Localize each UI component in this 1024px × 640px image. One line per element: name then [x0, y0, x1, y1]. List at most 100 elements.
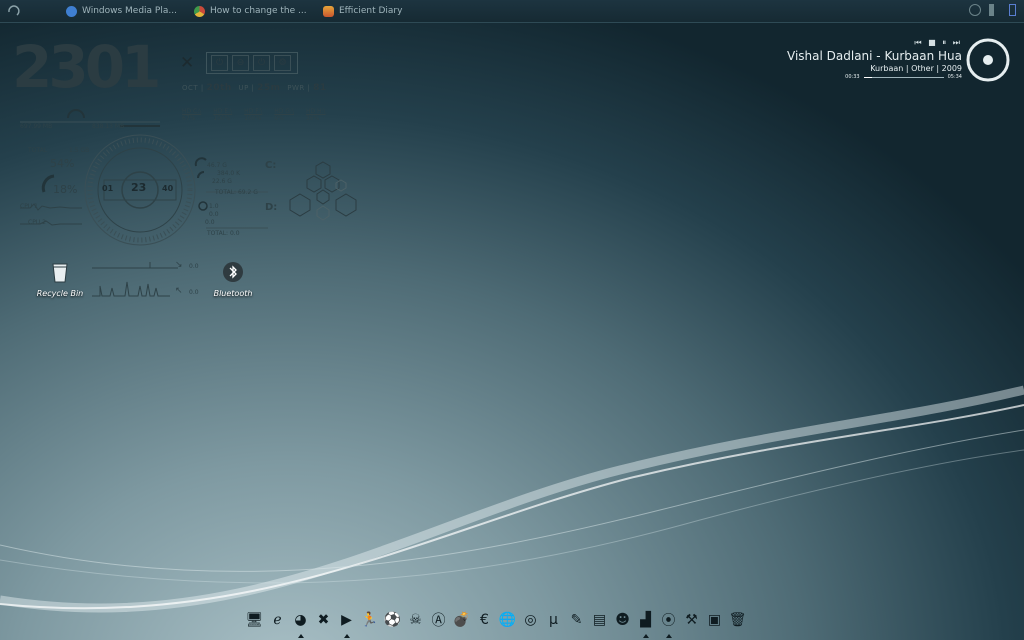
bluetooth-label: Bluetooth	[213, 289, 253, 298]
drive-letter-d: D:	[265, 202, 278, 213]
network-icon[interactable]	[969, 4, 981, 16]
volume-icon[interactable]	[989, 4, 1001, 16]
search-globe-icon-glyph: ◎	[524, 611, 537, 628]
net-total: TOTAL: 69.2 G	[215, 189, 258, 196]
total-time: 05:34	[947, 74, 962, 80]
torrent-icon[interactable]: µ	[543, 609, 564, 630]
globe-icon-glyph: 🌐	[498, 611, 517, 628]
power-controls: ⏻ ⊖ ⏻ ⨷	[206, 52, 298, 74]
system-tray	[969, 4, 1016, 16]
bomb-icon[interactable]: 💣	[451, 609, 472, 630]
gauge-center-value: 23	[131, 181, 147, 194]
chrome-icon	[194, 5, 205, 17]
disk-read: 1.0	[209, 203, 219, 210]
document-icon[interactable]: ▤	[589, 609, 610, 630]
top-taskbar: Windows Media Pla... How to change the .…	[0, 0, 1024, 23]
notepad-icon[interactable]: ✎	[566, 609, 587, 630]
disc-icon[interactable]	[966, 38, 1010, 82]
recycle-bin-desktop-icon[interactable]: Recycle Bin	[30, 260, 90, 298]
running-indicator	[666, 634, 672, 638]
running-indicator	[643, 634, 649, 638]
chrome-icon[interactable]: ◕	[290, 609, 311, 638]
euro-icon[interactable]: €	[474, 609, 495, 630]
running-indicator	[344, 634, 350, 638]
search-globe-icon[interactable]: ◎	[520, 609, 541, 630]
settings-tools-icon[interactable]: ⚒	[681, 609, 702, 630]
progress-bar[interactable]	[863, 76, 944, 78]
taskbar-task-diary[interactable]: Efficient Diary	[323, 2, 402, 20]
euro-icon-glyph: €	[480, 611, 489, 628]
net-rate: 384.0 K	[217, 170, 241, 177]
gauge-right-value: 40	[162, 184, 174, 193]
download-arrow-icon: ↘	[175, 260, 183, 270]
bomb-icon-glyph: 💣	[452, 611, 471, 628]
diary-icon	[323, 5, 334, 17]
hibernate-icon[interactable]: ⨷	[274, 55, 291, 71]
download-rate: 0.0	[189, 263, 199, 270]
drive-letter-c: C:	[265, 160, 277, 171]
anarchy-icon[interactable]: Ⓐ	[428, 609, 449, 630]
media-player-icon	[66, 5, 77, 17]
taskbar-task-chrome[interactable]: How to change the ...	[194, 2, 307, 20]
track-meta: Kurbaan | Other | 2009	[870, 64, 962, 73]
track-title: Vishal Dadlani - Kurbaan Hua	[787, 49, 962, 63]
net-sent: 22.6 G	[212, 178, 232, 185]
net-received: 46.7 G	[207, 162, 227, 169]
settings-tools-icon-glyph: ⚒	[685, 611, 698, 628]
upload-arrow-icon: ↖	[175, 286, 183, 296]
disk-rate: 0.0	[205, 219, 215, 226]
computer-icon-glyph: 🖥	[245, 611, 264, 628]
anarchy-icon-glyph: Ⓐ	[431, 612, 446, 629]
system-stats: OCT | 20th UP | 25m PWR | 81	[182, 83, 327, 93]
close-icon[interactable]: ✕	[180, 53, 194, 73]
trash-icon[interactable]: 🗑	[727, 609, 748, 630]
running-indicator	[298, 634, 304, 638]
gauge-left-value: 01	[102, 184, 114, 193]
document-icon-glyph: ▤	[592, 611, 607, 628]
bottom-dock: 🖥 ℯ ◕ ✖ ▶ 🏃 ⚽ ☠ Ⓐ 💣 € 🌐 ◎ µ ✎ ▤ ☻ ▟ ⦿ ⚒ ▣ 🗑	[244, 609, 748, 638]
media-player-icon-glyph: ▶	[341, 611, 352, 628]
tools-icon[interactable]: ✖	[313, 609, 334, 630]
runner-icon[interactable]: 🏃	[359, 609, 380, 630]
bluetooth-desktop-icon[interactable]: Bluetooth	[203, 260, 263, 298]
computer-icon[interactable]: 🖥	[244, 609, 265, 630]
logoff-icon[interactable]: ⊖	[232, 55, 249, 71]
torrent-icon-glyph: µ	[549, 611, 558, 628]
bluetooth-icon	[223, 262, 243, 282]
power-icon[interactable]: ⏻	[211, 55, 228, 71]
chrome-icon-glyph: ◕	[294, 611, 307, 628]
battery-icon[interactable]	[1009, 4, 1016, 16]
runner-icon-glyph: 🏃	[360, 611, 379, 628]
monitor-chart-icon[interactable]: ▟	[635, 609, 656, 638]
recycle-bin-label: Recycle Bin	[36, 289, 84, 298]
soccer-icon[interactable]: ⚽	[382, 609, 403, 630]
trash-icon-glyph: 🗑	[728, 611, 747, 628]
skull-icon-glyph: ☠	[409, 611, 422, 628]
disk-total: TOTAL: 0.0	[207, 230, 240, 237]
hexagon-launcher[interactable]	[288, 160, 358, 222]
taskbar-task-media-player[interactable]: Windows Media Pla...	[66, 2, 177, 20]
screen-icon-glyph: ▣	[707, 611, 722, 628]
track-progress: 00:33 05:34	[787, 74, 962, 80]
restart-icon[interactable]: ⏻	[253, 55, 270, 71]
screen-icon[interactable]: ▣	[704, 609, 725, 630]
monitor-chart-icon-glyph: ▟	[640, 611, 651, 628]
tools-icon-glyph: ✖	[317, 611, 330, 628]
elapsed-time: 00:33	[845, 74, 860, 80]
smiley-icon[interactable]: ☻	[612, 609, 633, 630]
soccer-icon-glyph: ⚽	[383, 611, 402, 628]
globe-icon[interactable]: 🌐	[497, 609, 518, 630]
disk-write: 0.0	[209, 211, 219, 218]
cpu2-percent: 18%	[53, 183, 78, 196]
upload-rate: 0.0	[189, 289, 199, 296]
memory-total-label: TOTAL	[28, 147, 48, 154]
internet-explorer-icon[interactable]: ℯ	[267, 609, 288, 630]
dvd-icon-glyph: ⦿	[661, 612, 676, 629]
start-orb-icon[interactable]	[6, 3, 22, 19]
smiley-icon-glyph: ☻	[615, 611, 630, 628]
memory-used: 697.99 MB	[20, 123, 53, 130]
media-controls[interactable]: ⏮ ■ ⏸ ⏭	[787, 38, 962, 48]
skull-icon[interactable]: ☠	[405, 609, 426, 630]
media-player-icon[interactable]: ▶	[336, 609, 357, 638]
dvd-icon[interactable]: ⦿	[658, 609, 679, 638]
